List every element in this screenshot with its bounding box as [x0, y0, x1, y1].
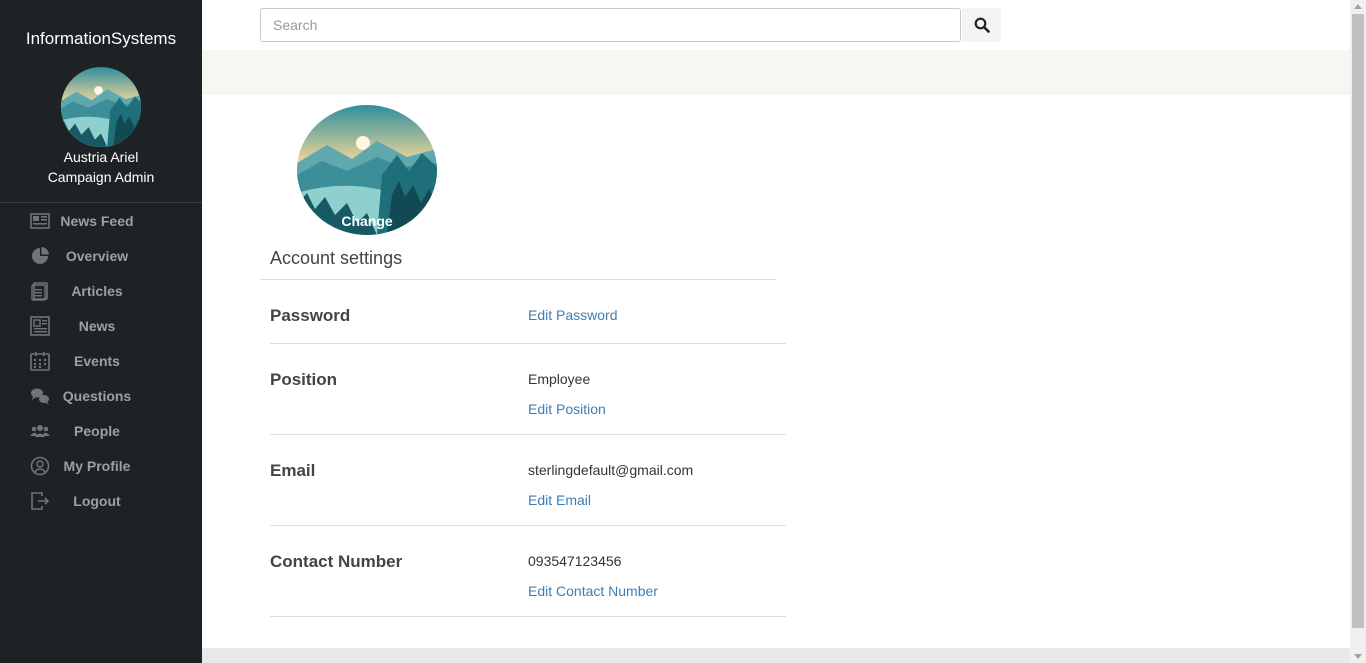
profile-picture[interactable]: Change [297, 105, 437, 235]
user-role: Campaign Admin [47, 169, 155, 185]
search-button[interactable] [962, 8, 1001, 42]
main-content: Change Account settings Password Edit Pa… [202, 0, 1350, 648]
sidebar-item-label: My Profile [63, 458, 131, 474]
top-bar [202, 0, 1350, 50]
edit-password-link[interactable]: Edit Password [528, 307, 617, 323]
sidebar-item-label: Articles [71, 283, 123, 299]
horizontal-scrollbar[interactable] [202, 648, 1350, 663]
edit-email-link[interactable]: Edit Email [528, 492, 591, 508]
sidebar-item-label: Questions [62, 388, 132, 404]
header-strip [202, 50, 1350, 94]
sidebar: InformationSystems Austria Ariel Campaig… [0, 0, 202, 663]
sidebar-item-articles[interactable]: Articles [0, 273, 202, 308]
sidebar-item-questions[interactable]: Questions [0, 378, 202, 413]
contact-number-label: Contact Number [270, 552, 403, 571]
divider [270, 343, 786, 344]
account-settings-title: Account settings [270, 248, 403, 268]
scroll-down-arrow-icon[interactable] [1354, 654, 1362, 659]
user-avatar [61, 67, 141, 147]
sidebar-item-logout[interactable]: Logout [0, 483, 202, 518]
sidebar-item-label: Events [74, 353, 120, 369]
position-value: Employee [528, 371, 591, 387]
position-label: Position [270, 370, 338, 389]
divider [270, 616, 786, 617]
sidebar-item-label: News Feed [60, 213, 134, 229]
search-input[interactable] [260, 8, 961, 42]
brand-title: InformationSystems [25, 29, 177, 48]
scroll-thumb[interactable] [1352, 14, 1364, 628]
edit-contact-number-link[interactable]: Edit Contact Number [528, 583, 658, 599]
sidebar-item-overview[interactable]: Overview [0, 238, 202, 273]
search-icon [962, 17, 1001, 33]
scroll-up-arrow-icon[interactable] [1354, 4, 1362, 9]
divider [260, 279, 776, 280]
divider [270, 434, 786, 435]
change-photo-button[interactable]: Change [297, 213, 437, 229]
user-name: Austria Ariel [63, 149, 139, 165]
email-label: Email [270, 461, 316, 480]
divider [270, 525, 786, 526]
contact-number-value: 093547123456 [528, 553, 622, 569]
sidebar-item-news[interactable]: News [0, 308, 202, 343]
edit-position-link[interactable]: Edit Position [528, 401, 606, 417]
sidebar-item-label: People [74, 423, 120, 439]
sidebar-nav: News Feed Overview Articles News Events [0, 203, 202, 518]
sidebar-item-events[interactable]: Events [0, 343, 202, 378]
sidebar-item-my-profile[interactable]: My Profile [0, 448, 202, 483]
sidebar-item-label: News [78, 318, 116, 334]
email-value: sterlingdefault@gmail.com [528, 462, 694, 478]
sidebar-item-label: Overview [65, 248, 129, 264]
vertical-scrollbar[interactable] [1350, 0, 1366, 663]
password-label: Password [270, 306, 351, 325]
sidebar-item-people[interactable]: People [0, 413, 202, 448]
sidebar-item-label: Logout [73, 493, 121, 509]
sidebar-item-news-feed[interactable]: News Feed [0, 203, 202, 238]
